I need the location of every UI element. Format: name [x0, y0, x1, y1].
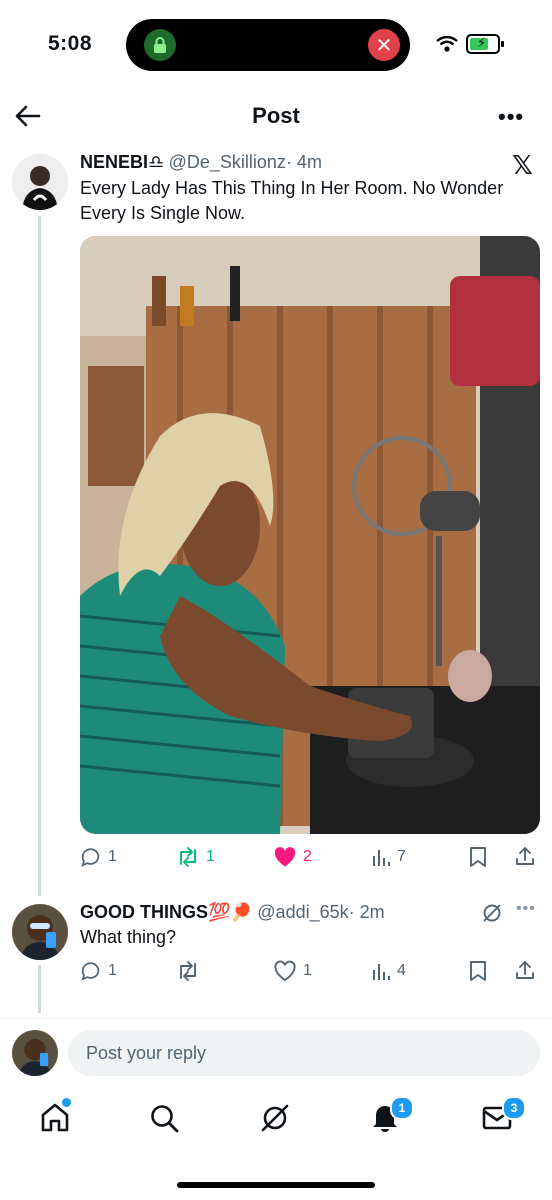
reply-text: What thing? [80, 927, 177, 947]
reply-input[interactable]: Post your reply [68, 1030, 540, 1076]
repost-count: 1 [206, 848, 215, 865]
repost-icon [180, 847, 196, 867]
messages-badge: 3 [502, 1096, 526, 1120]
wifi-icon [436, 36, 458, 52]
divider [0, 1018, 552, 1019]
page-title: Post [252, 103, 300, 128]
like-button[interactable]: 2 [273, 846, 312, 868]
tab-notifications[interactable]: 1 [368, 1096, 414, 1139]
author-name[interactable]: NENEBI♎ [80, 152, 164, 172]
reply-like-count: 1 [303, 962, 312, 979]
tweet-header: NENEBI♎ @De_Skillionz· 4m [80, 152, 322, 173]
share-icon[interactable] [514, 959, 536, 981]
reply-icon [81, 962, 100, 981]
new-posts-dot [62, 1098, 71, 1107]
reply-view-count: 4 [397, 962, 406, 979]
like-count: 2 [303, 848, 312, 865]
bookmark-icon[interactable] [468, 846, 488, 868]
tab-home[interactable] [38, 1098, 72, 1139]
vpn-lock-icon [144, 29, 176, 61]
repost-icon [180, 961, 196, 981]
reply-reply-count: 1 [108, 962, 117, 979]
heart-outline-icon [274, 960, 296, 982]
reply-more-icon[interactable]: ••• [516, 900, 536, 918]
reply-author-handle[interactable]: @addi_65k [257, 902, 348, 922]
home-indicator[interactable] [177, 1182, 375, 1188]
share-icon[interactable] [514, 845, 536, 867]
thread-line [38, 965, 41, 1013]
grok-icon[interactable] [481, 902, 503, 924]
reply-repost-button[interactable] [176, 960, 200, 982]
battery-icon: ⚡ [466, 34, 504, 54]
more-options-icon[interactable]: ••• [498, 104, 524, 130]
tab-grok[interactable] [258, 1101, 292, 1135]
reply-button[interactable]: 1 [80, 846, 117, 868]
author-avatar[interactable] [12, 154, 68, 210]
tweet-photo[interactable] [80, 236, 540, 834]
reply-icon [81, 848, 100, 867]
thread-line [38, 216, 41, 896]
tweet-text: Every Lady Has This Thing In Her Room. N… [80, 178, 504, 223]
dynamic-island: ✕ [126, 19, 410, 71]
tweet-time: · 4m [285, 152, 322, 172]
close-icon[interactable]: ✕ [368, 29, 400, 61]
view-count: 7 [397, 848, 406, 865]
tab-search[interactable] [148, 1102, 180, 1134]
reply-views-button[interactable]: 4 [371, 960, 406, 982]
author-handle[interactable]: @De_Skillionz [169, 152, 286, 172]
my-avatar[interactable] [12, 1030, 58, 1076]
reply-time: · 2m [348, 902, 385, 922]
notifications-badge: 1 [390, 1096, 414, 1120]
views-button[interactable]: 7 [371, 846, 406, 868]
reply-count: 1 [108, 848, 117, 865]
tab-messages[interactable]: 3 [480, 1096, 526, 1139]
views-icon [373, 964, 390, 980]
views-icon [373, 850, 390, 866]
heart-filled-icon [274, 847, 296, 867]
status-time: 5:08 [48, 32, 93, 55]
reply-author-avatar[interactable] [12, 904, 68, 960]
reply-like-button[interactable]: 1 [273, 960, 312, 982]
repost-button[interactable]: 1 [176, 846, 215, 868]
reply-header: GOOD THINGS💯🏓 @addi_65k· 2m [80, 902, 385, 923]
reply-input-placeholder: Post your reply [86, 1043, 207, 1063]
reply-reply-button[interactable]: 1 [80, 960, 117, 982]
reply-author-name[interactable]: GOOD THINGS💯🏓 [80, 902, 253, 922]
bookmark-icon[interactable] [468, 960, 488, 982]
